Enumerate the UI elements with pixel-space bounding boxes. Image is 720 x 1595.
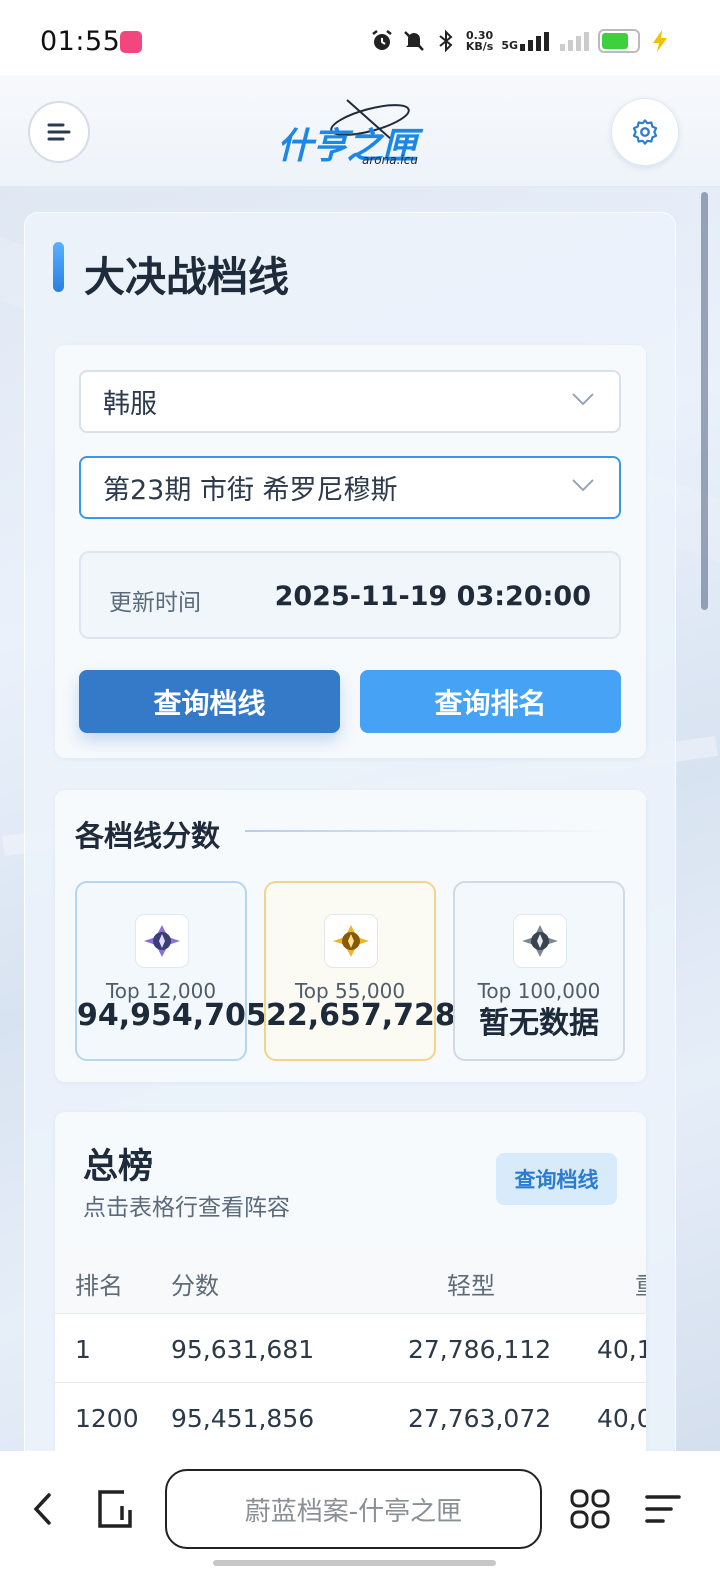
cell-signal: 5G: [501, 31, 590, 51]
query-rank-button[interactable]: 查询排名: [360, 670, 621, 733]
apps-button[interactable]: [567, 1486, 613, 1532]
chevron-down-icon: [572, 393, 594, 406]
tier-card-1: Top 12,000 94,954,705: [75, 881, 267, 1061]
heavy-cell: 40,0: [597, 1404, 646, 1433]
season-select-value: 第23期 市街 希罗尼穆斯: [103, 475, 398, 506]
server-select-value: 韩服: [103, 389, 157, 420]
tier-value: 94,954,705: [77, 998, 267, 1033]
update-time-value: 2025-11-19 03:20:00: [274, 581, 591, 612]
update-time-label: 更新时间: [109, 590, 201, 616]
light-cell: 27,786,112: [408, 1335, 552, 1364]
query-line-button[interactable]: 查询档线: [79, 670, 340, 733]
column-header[interactable]: 排名: [75, 1266, 123, 1301]
back-button[interactable]: [20, 1486, 66, 1532]
title-accent-bar: [53, 242, 64, 292]
tier-card-2: Top 55,000 22,657,728: [264, 881, 456, 1061]
bluetooth-icon: [439, 29, 453, 53]
ranking-query-button[interactable]: 查询档线: [496, 1153, 617, 1205]
table-header: 排名 分数 轻型 重: [55, 1245, 646, 1314]
column-header[interactable]: 分数: [171, 1266, 219, 1301]
column-header[interactable]: 轻型: [447, 1266, 495, 1301]
update-time-box: 更新时间 2025-11-19 03:20:00: [79, 551, 621, 639]
status-bar: 01:55 0.30 KB/s 5G: [0, 0, 720, 75]
light-cell: 27,763,072: [408, 1404, 552, 1433]
rank-cell: 1200: [75, 1404, 139, 1433]
alarm-icon: [372, 30, 392, 50]
score-cell: 95,451,856: [171, 1404, 315, 1433]
status-icons: 0.30 KB/s 5G: [370, 26, 672, 56]
gold-medal-icon: [324, 914, 378, 968]
ranking-subtitle: 点击表格行查看阵容: [83, 1195, 290, 1221]
back-icon: [33, 1493, 51, 1525]
mute-bell-icon: [403, 31, 424, 51]
column-header[interactable]: 重: [635, 1266, 646, 1301]
menu-icon: [47, 123, 71, 141]
chevron-down-icon: [572, 479, 594, 492]
score-cell: 95,631,681: [171, 1335, 315, 1364]
menu-button[interactable]: [28, 101, 90, 163]
tier-card-3: Top 100,000 暂无数据: [453, 881, 625, 1061]
silver-medal-icon: [513, 914, 567, 968]
server-select[interactable]: 韩服: [79, 370, 621, 433]
browser-menu-button[interactable]: [640, 1486, 686, 1532]
apps-icon: [570, 1489, 610, 1529]
settings-button[interactable]: [611, 98, 679, 166]
app-notification-icon: [120, 31, 142, 53]
logo-subtext: arona.icu: [362, 153, 418, 167]
charging-icon: [653, 30, 667, 52]
battery-icon: [598, 29, 640, 53]
tiers-title: 各档线分数: [75, 819, 221, 853]
address-bar-text: 蔚蓝档案-什亭之匣: [244, 1496, 463, 1527]
table-row[interactable]: 1200 95,451,856 27,763,072 40,0: [55, 1383, 646, 1451]
tier-value: 暂无数据: [479, 1006, 599, 1041]
home-indicator[interactable]: [213, 1560, 496, 1566]
rank-cell: 1: [75, 1335, 91, 1364]
season-select[interactable]: 第23期 市街 希罗尼穆斯: [79, 456, 621, 519]
address-bar[interactable]: 蔚蓝档案-什亭之匣: [165, 1469, 542, 1549]
tabs-icon: [98, 1490, 132, 1528]
tier-value: 22,657,728: [266, 998, 456, 1033]
menu-icon: [645, 1495, 681, 1523]
gear-icon: [632, 119, 658, 145]
title-divider: [245, 830, 615, 832]
platinum-medal-icon: [135, 914, 189, 968]
net-speed: 0.30 KB/s: [465, 29, 494, 53]
site-logo[interactable]: 什亨之匣 arona.icu: [272, 95, 442, 173]
table-row[interactable]: 1 95,631,681 27,786,112 40,1: [55, 1314, 646, 1383]
tabs-button[interactable]: [92, 1486, 138, 1532]
ranking-title: 总榜: [83, 1147, 154, 1187]
heavy-cell: 40,1: [597, 1335, 646, 1364]
status-time: 01:55: [40, 26, 121, 57]
page-scrollbar[interactable]: [701, 192, 708, 610]
app-header: 什亨之匣 arona.icu: [0, 75, 720, 187]
ranking-table[interactable]: 排名 分数 轻型 重 1 95,631,681 27,786,112 40,1 …: [55, 1245, 646, 1451]
page-title: 大决战档线: [84, 253, 289, 301]
